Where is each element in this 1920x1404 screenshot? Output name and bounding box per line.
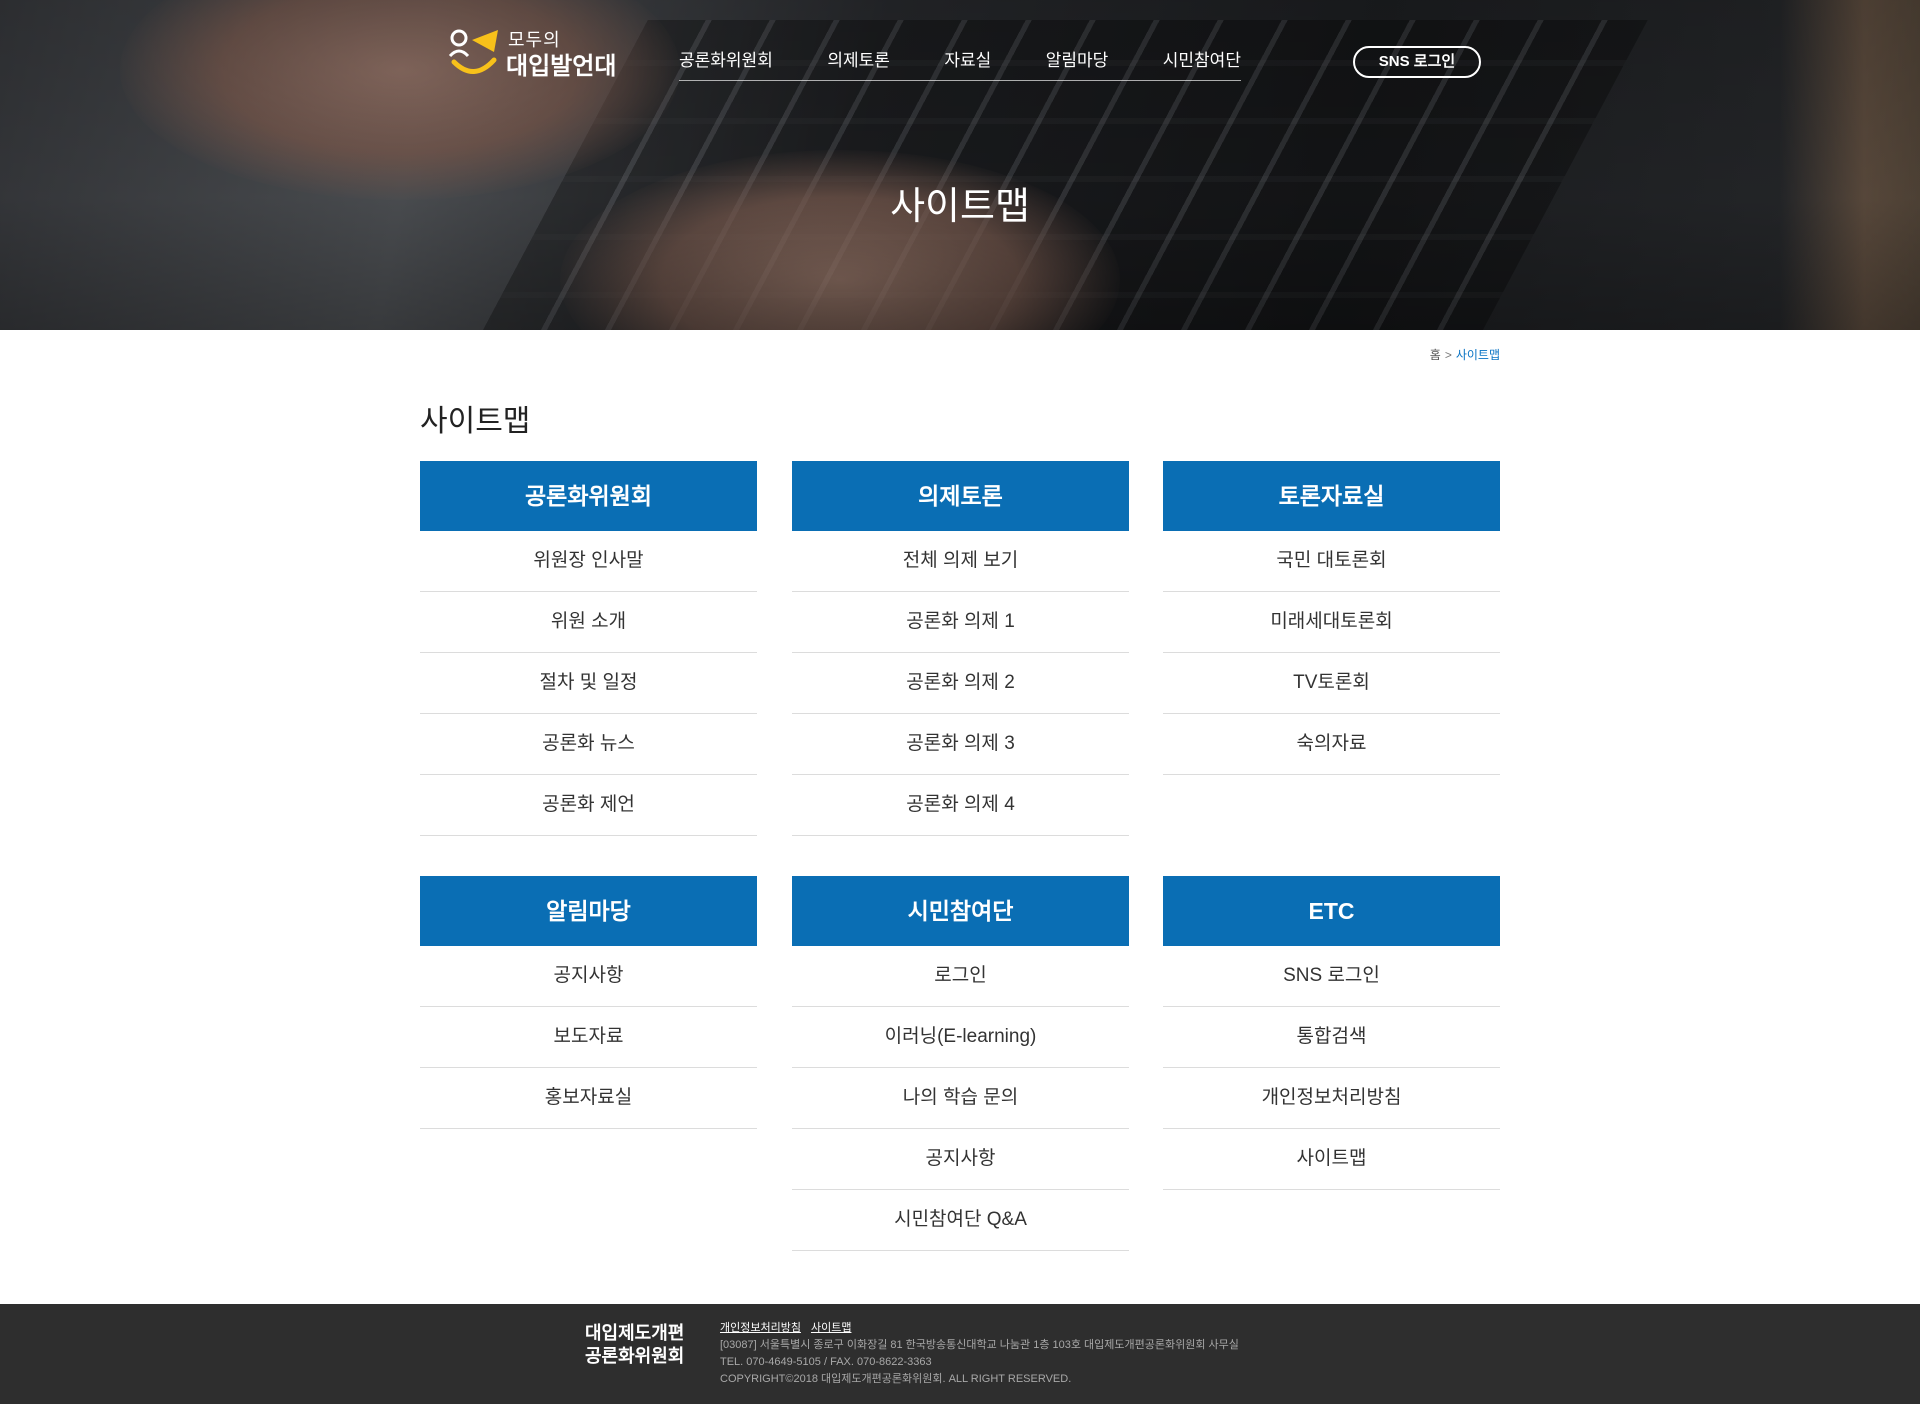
breadcrumb: 홈 > 사이트맵 (1430, 346, 1500, 363)
sitemap-link[interactable]: 공론화 의제 1 (792, 592, 1129, 653)
sitemap-link[interactable]: 시민참여단 Q&A (792, 1190, 1129, 1251)
sitemap-link[interactable]: 위원 소개 (420, 592, 757, 653)
logo-text-big: 대입발언대 (506, 53, 617, 80)
page-title: 사이트맵 (420, 405, 531, 438)
sitemap-link[interactable]: 전체 의제 보기 (792, 531, 1129, 592)
hero-title: 사이트맵 (890, 186, 1030, 228)
footer-links: 개인정보처리방침 사이트맵 (720, 1320, 1239, 1337)
sitemap-column-etc: ETC SNS 로그인 통합검색 개인정보처리방침 사이트맵 (1163, 876, 1500, 1190)
footer-logo: 대입제도개편 공론화위원회 (585, 1322, 684, 1368)
sitemap-link[interactable]: 절차 및 일정 (420, 653, 757, 714)
site-footer: 대입제도개편 공론화위원회 개인정보처리방침 사이트맵 [03087] 서울특별시… (0, 1304, 1920, 1404)
sitemap-link[interactable]: TV토론회 (1163, 653, 1500, 714)
nav-item-notice[interactable]: 알림마당 (1046, 46, 1109, 80)
footer-link-sitemap[interactable]: 사이트맵 (811, 1322, 851, 1334)
sitemap-column-committee: 공론화위원회 위원장 인사말 위원 소개 절차 및 일정 공론화 뉴스 공론화 … (420, 461, 757, 836)
main-navigation: 공론화위원회 의제토론 자료실 알림마당 시민참여단 (679, 46, 1241, 81)
sitemap-heading[interactable]: 토론자료실 (1163, 461, 1500, 531)
sitemap-link[interactable]: SNS 로그인 (1163, 946, 1500, 1007)
sitemap-link[interactable]: 공지사항 (420, 946, 757, 1007)
footer-info: 개인정보처리방침 사이트맵 [03087] 서울특별시 종로구 이화장길 81 한… (720, 1320, 1239, 1388)
sitemap-column-citizen-panel: 시민참여단 로그인 이러닝(E-learning) 나의 학습 문의 공지사항 … (792, 876, 1129, 1251)
sitemap-link[interactable]: 이러닝(E-learning) (792, 1007, 1129, 1068)
nav-item-committee[interactable]: 공론화위원회 (679, 46, 773, 80)
sitemap-link[interactable]: 홍보자료실 (420, 1068, 757, 1129)
footer-contact: TEL. 070-4649-5105 / FAX. 070-8622-3363 (720, 1356, 932, 1368)
footer-address: [03087] 서울특별시 종로구 이화장길 81 한국방송통신대학교 나눔관 … (720, 1339, 1239, 1351)
sitemap-heading[interactable]: 공론화위원회 (420, 461, 757, 531)
sns-login-button[interactable]: SNS 로그인 (1353, 46, 1481, 78)
sitemap-link[interactable]: 공론화 의제 3 (792, 714, 1129, 775)
sitemap-link[interactable]: 공론화 뉴스 (420, 714, 757, 775)
footer-copyright: COPYRIGHT©2018 대입제도개편공론화위원회. ALL RIGHT R… (720, 1373, 1072, 1385)
sitemap-link[interactable]: 통합검색 (1163, 1007, 1500, 1068)
sitemap-heading[interactable]: ETC (1163, 876, 1500, 946)
sitemap-link[interactable]: 공론화 의제 2 (792, 653, 1129, 714)
hero-banner: 모두의 대입발언대 공론화위원회 의제토론 자료실 알림마당 시민참여단 SNS… (0, 0, 1920, 330)
breadcrumb-current: 사이트맵 (1455, 348, 1500, 362)
sitemap-link[interactable]: 공론화 제언 (420, 775, 757, 836)
footer-logo-line: 대입제도개편 (585, 1323, 685, 1343)
sitemap-column-archive: 토론자료실 국민 대토론회 미래세대토론회 TV토론회 숙의자료 (1163, 461, 1500, 775)
sitemap-link[interactable]: 나의 학습 문의 (792, 1068, 1129, 1129)
sitemap-link[interactable]: 사이트맵 (1163, 1129, 1500, 1190)
sitemap-link[interactable]: 공론화 의제 4 (792, 775, 1129, 836)
sitemap-heading[interactable]: 알림마당 (420, 876, 757, 946)
sitemap-link[interactable]: 국민 대토론회 (1163, 531, 1500, 592)
footer-logo-line: 공론화위원회 (585, 1346, 685, 1366)
site-logo[interactable]: 모두의 대입발언대 (446, 24, 617, 80)
sitemap-heading[interactable]: 의제토론 (792, 461, 1129, 531)
nav-item-archive[interactable]: 자료실 (944, 46, 991, 80)
sitemap-link[interactable]: 개인정보처리방침 (1163, 1068, 1500, 1129)
sitemap-link[interactable]: 미래세대토론회 (1163, 592, 1500, 653)
sitemap-link[interactable]: 보도자료 (420, 1007, 757, 1068)
sitemap-link[interactable]: 공지사항 (792, 1129, 1129, 1190)
sitemap-column-agenda: 의제토론 전체 의제 보기 공론화 의제 1 공론화 의제 2 공론화 의제 3… (792, 461, 1129, 836)
footer-link-privacy[interactable]: 개인정보처리방침 (720, 1322, 801, 1334)
nav-item-citizen-panel[interactable]: 시민참여단 (1163, 46, 1241, 80)
nav-item-agenda-debate[interactable]: 의제토론 (827, 46, 890, 80)
sitemap-heading[interactable]: 시민참여단 (792, 876, 1129, 946)
sitemap-link[interactable]: 위원장 인사말 (420, 531, 757, 592)
logo-mark-icon (448, 29, 498, 74)
sitemap-link[interactable]: 숙의자료 (1163, 714, 1500, 775)
sitemap-link[interactable]: 로그인 (792, 946, 1129, 1007)
breadcrumb-home[interactable]: 홈 (1430, 348, 1441, 362)
sitemap-column-notice: 알림마당 공지사항 보도자료 홍보자료실 (420, 876, 757, 1129)
breadcrumb-separator: > (1444, 348, 1452, 362)
